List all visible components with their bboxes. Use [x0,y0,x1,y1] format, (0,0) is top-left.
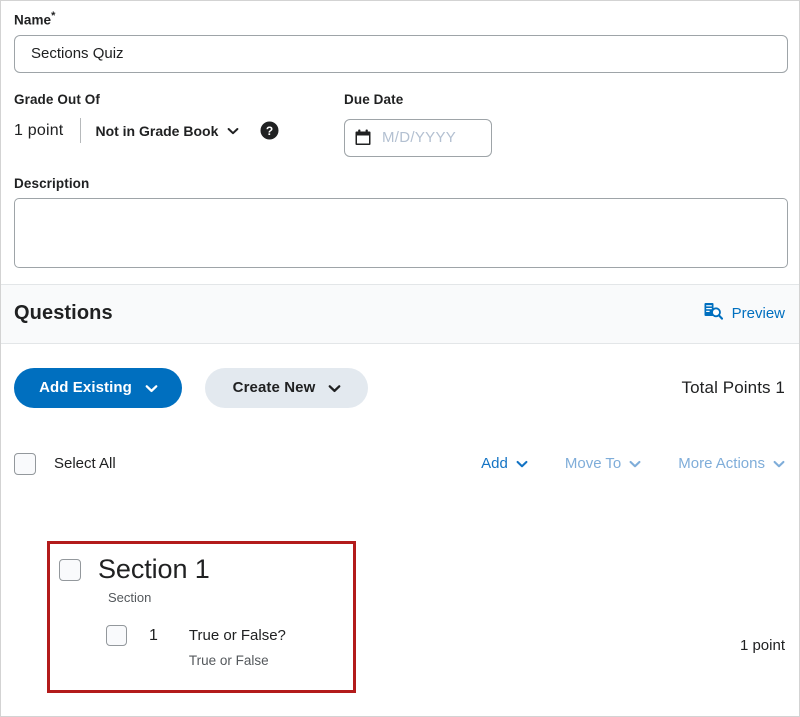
bulk-actions-row: Select All Add Move To More Actions [1,451,799,477]
grade-points-value[interactable]: 1 point [14,122,63,140]
question-points: 1 point [739,637,785,654]
grade-out-of-controls: 1 point Not in Grade Book ? [14,118,344,143]
chevron-down-icon [773,458,785,470]
grade-divider [80,118,82,143]
questions-title: Questions [14,302,113,324]
due-date-label: Due Date [344,91,404,107]
section-checkbox[interactable] [59,558,81,581]
add-existing-button[interactable]: Add Existing [14,367,182,408]
add-dropdown-label: Add [481,455,508,472]
question-title[interactable]: True or False? [189,625,286,646]
question-text-group: True or False? True or False [189,625,286,668]
description-label: Description [14,175,90,191]
description-group: Description [14,175,788,268]
grade-book-dropdown-label: Not in Grade Book [95,122,219,139]
move-to-dropdown-label: Move To [564,455,622,472]
chevron-down-icon [516,458,528,470]
help-circle-icon[interactable]: ? [260,121,279,140]
quiz-editor-page: Name* Grade Out Of 1 point Not in Grade … [0,0,800,717]
document-search-icon [704,302,723,325]
required-marker: * [51,10,56,22]
grade-book-dropdown[interactable]: Not in Grade Book [95,123,239,139]
question-list-item: 1 True or False? True or False [50,625,353,668]
add-existing-button-label: Add Existing [39,379,132,396]
select-all-checkbox[interactable] [14,452,36,475]
description-editor[interactable] [14,197,788,268]
name-field-group: Name* [14,1,788,73]
chevron-down-icon [145,382,158,394]
due-date-placeholder: M/D/YYYY [382,129,457,146]
move-to-dropdown[interactable]: Move To [565,455,641,472]
section-header: Section 1 [50,544,353,585]
chevron-down-icon [629,458,641,470]
calendar-icon [355,129,371,146]
more-actions-dropdown-label: More Actions [678,455,765,472]
more-actions-dropdown[interactable]: More Actions [678,455,785,472]
questions-header-band: Questions Preview [1,283,799,344]
preview-link[interactable]: Preview [704,302,785,325]
quiz-name-input[interactable] [14,34,788,73]
due-date-input[interactable]: M/D/YYYY [344,118,492,157]
question-number: 1 [149,627,158,644]
section-title[interactable]: Section 1 [98,554,210,585]
question-type: True or False [188,653,269,668]
add-dropdown[interactable]: Add [481,455,528,472]
create-new-button-label: Create New [232,379,316,396]
grade-out-of-group: Grade Out Of 1 point Not in Grade Book ? [14,92,344,143]
preview-link-label: Preview [731,305,785,322]
chevron-down-icon [227,125,239,137]
question-checkbox[interactable] [106,625,127,646]
section-highlight-box: Section 1 Section 1 True or False? True … [47,541,356,693]
chevron-down-icon [328,382,341,394]
quiz-properties-form: Name* Grade Out Of 1 point Not in Grade … [1,1,799,284]
question-actions-row: Add Existing Create New Total Points 1 [1,344,799,408]
select-all-label: Select All [54,455,116,472]
bulk-action-links: Add Move To More Actions [481,455,785,472]
grade-out-of-label: Grade Out Of [14,91,100,107]
create-new-button[interactable]: Create New [205,367,368,408]
due-date-group: Due Date M/D/YYYY [344,92,786,157]
section-subtitle: Section [108,590,152,605]
name-label: Name* [14,10,786,28]
grade-and-due-row: Grade Out Of 1 point Not in Grade Book ? [14,92,786,157]
svg-text:?: ? [266,124,273,138]
total-points: Total Points 1 [681,377,785,397]
name-label-text: Name [14,12,52,28]
